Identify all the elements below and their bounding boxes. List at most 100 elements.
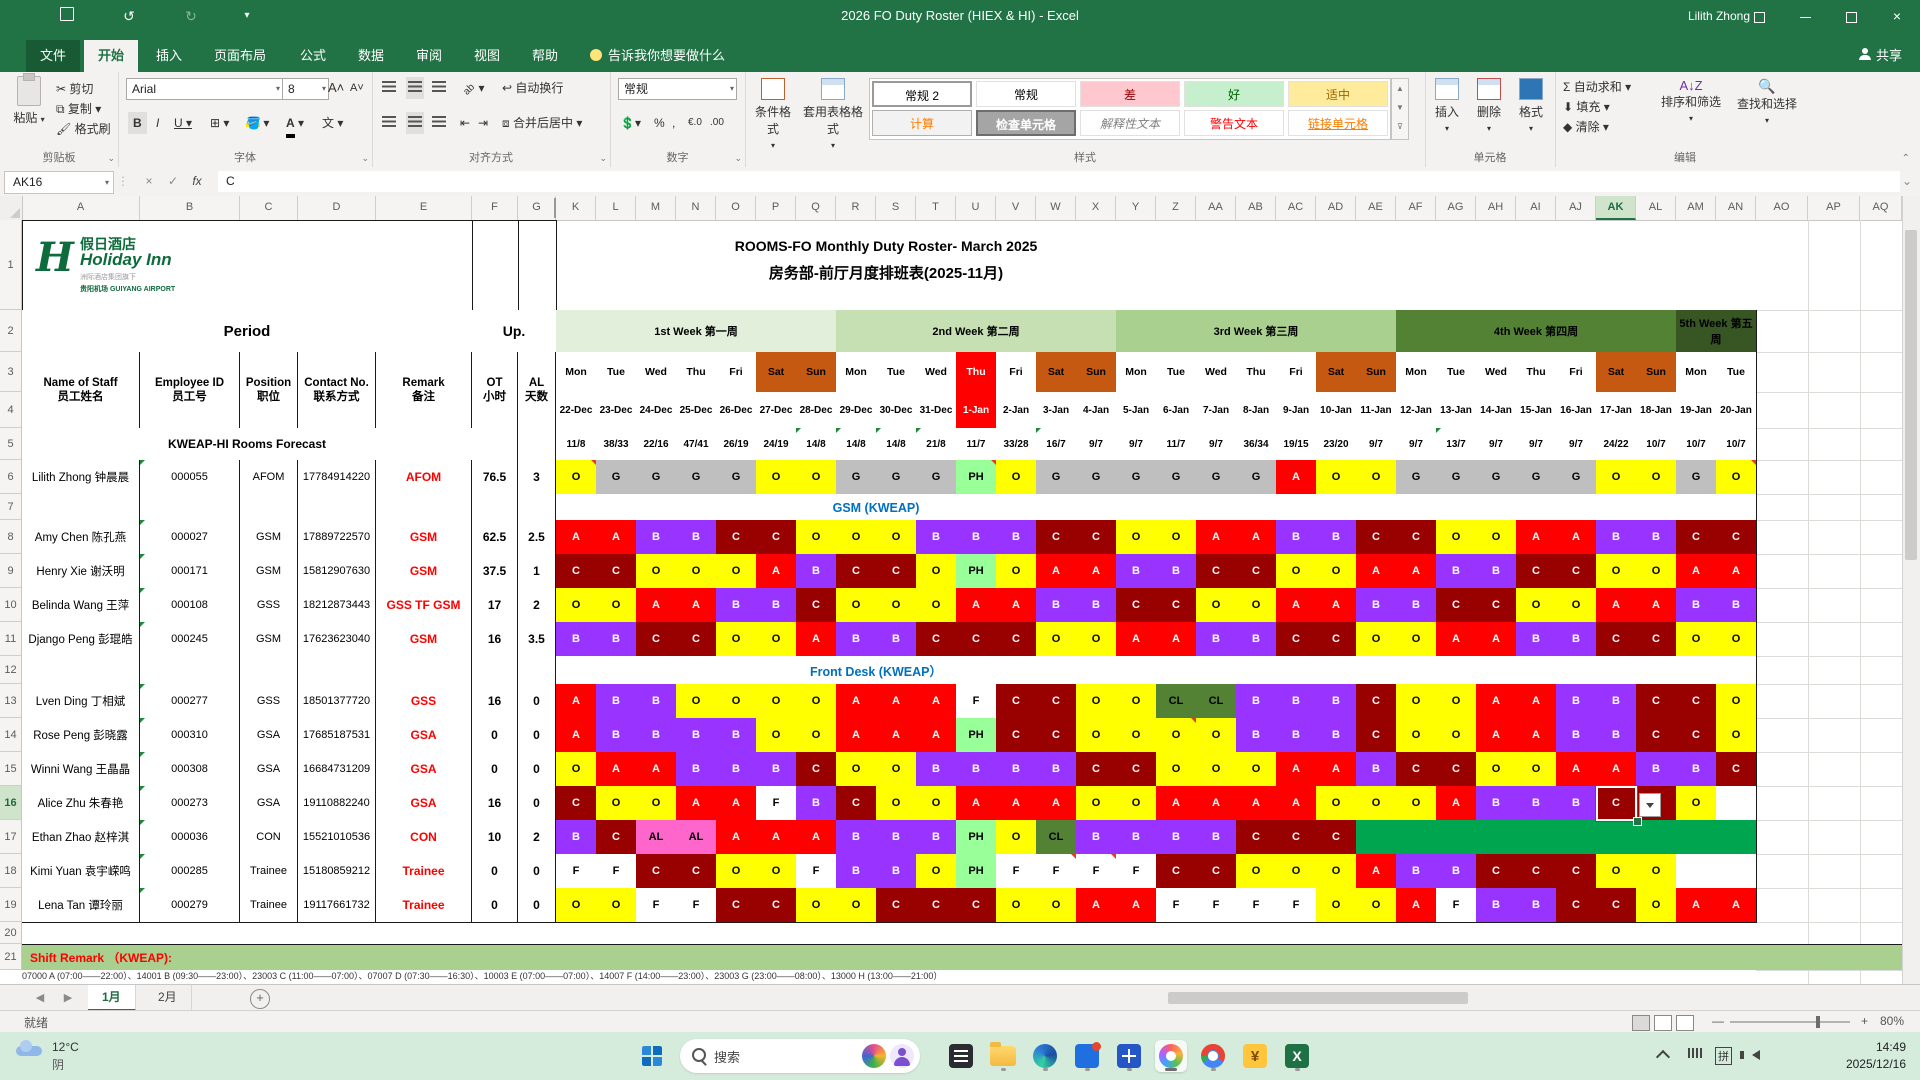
cell-L18[interactable]: F xyxy=(596,854,637,889)
cell-Y16[interactable]: O xyxy=(1116,786,1157,821)
cell-V11[interactable]: C xyxy=(996,622,1037,657)
cell-AL19[interactable]: O xyxy=(1636,888,1677,923)
staff-id-14[interactable]: 000310 xyxy=(140,718,240,753)
cell-AC15[interactable]: A xyxy=(1276,752,1317,787)
row-header-7[interactable]: 7 xyxy=(0,494,22,520)
cell-AL13[interactable]: C xyxy=(1636,684,1677,719)
cell-V10[interactable]: A xyxy=(996,588,1037,623)
cell-AF16[interactable]: O xyxy=(1396,786,1437,821)
cell-K18[interactable]: F xyxy=(556,854,597,889)
cell-AN6[interactable]: O xyxy=(1716,460,1757,495)
cell-P15[interactable]: B xyxy=(756,752,797,787)
cell-U9[interactable]: PH xyxy=(956,554,997,589)
row-header-14[interactable]: 14 xyxy=(0,718,22,752)
staff-name-10[interactable]: Belinda Wang 王萍 xyxy=(22,588,140,623)
cell-R18[interactable]: B xyxy=(836,854,877,889)
cell-AD16[interactable]: O xyxy=(1316,786,1357,821)
cell-O16[interactable]: A xyxy=(716,786,757,821)
normal-view-icon[interactable] xyxy=(1632,1015,1650,1031)
col-header-R[interactable]: R xyxy=(836,196,876,220)
col-header-AQ[interactable]: AQ xyxy=(1860,196,1902,220)
zoom-out-icon[interactable]: — xyxy=(1712,1014,1724,1028)
staff-ot-8[interactable]: 62.5 xyxy=(472,520,518,555)
cell-L9[interactable]: C xyxy=(596,554,637,589)
cell-K9[interactable]: C xyxy=(556,554,597,589)
cell-Y9[interactable]: B xyxy=(1116,554,1157,589)
row-header-2[interactable]: 2 xyxy=(0,310,22,352)
cell-AE11[interactable]: O xyxy=(1356,622,1397,657)
row-header-15[interactable]: 15 xyxy=(0,752,22,786)
cell-X14[interactable]: O xyxy=(1076,718,1117,753)
col-header-AH[interactable]: AH xyxy=(1476,196,1516,220)
cell-K19[interactable]: O xyxy=(556,888,597,923)
cell-AK9[interactable]: O xyxy=(1596,554,1637,589)
staff-al-15[interactable]: 0 xyxy=(518,752,556,787)
col-header-AA[interactable]: AA xyxy=(1196,196,1236,220)
cell-AA16[interactable]: A xyxy=(1196,786,1237,821)
cell-T13[interactable]: A xyxy=(916,684,957,719)
staff-pos-16[interactable]: GSA xyxy=(240,786,298,821)
cell-AE16[interactable]: O xyxy=(1356,786,1397,821)
cell-AL18[interactable]: O xyxy=(1636,854,1677,889)
cell-N18[interactable]: C xyxy=(676,854,717,889)
staff-ot-17[interactable]: 10 xyxy=(472,820,518,855)
cell-AC19[interactable]: F xyxy=(1276,888,1317,923)
start-button[interactable] xyxy=(636,1040,668,1072)
cell-L17[interactable]: C xyxy=(596,820,637,855)
cell-M9[interactable]: O xyxy=(636,554,677,589)
col-header-S[interactable]: S xyxy=(876,196,916,220)
staff-name-16[interactable]: Alice Zhu 朱春艳 xyxy=(22,786,140,821)
cell-AM11[interactable]: O xyxy=(1676,622,1717,657)
cell-AA14[interactable]: O xyxy=(1196,718,1237,753)
cell-W19[interactable]: O xyxy=(1036,888,1077,923)
cell-AK14[interactable]: B xyxy=(1596,718,1637,753)
cell-W11[interactable]: O xyxy=(1036,622,1077,657)
staff-name-6[interactable]: Lilith Zhong 钟晨晨 xyxy=(22,460,140,495)
cell-AK18[interactable]: O xyxy=(1596,854,1637,889)
cell-AN10[interactable]: B xyxy=(1716,588,1757,623)
cell-R11[interactable]: B xyxy=(836,622,877,657)
cell-AF14[interactable]: O xyxy=(1396,718,1437,753)
staff-ot-11[interactable]: 16 xyxy=(472,622,518,657)
cell-AL14[interactable]: C xyxy=(1636,718,1677,753)
cell-K6[interactable]: O xyxy=(556,460,597,495)
col-header-C[interactable]: C xyxy=(240,196,298,220)
cell-W8[interactable]: C xyxy=(1036,520,1077,555)
cell-AI8[interactable]: A xyxy=(1516,520,1557,555)
cell-Y19[interactable]: A xyxy=(1116,888,1157,923)
cell-N13[interactable]: O xyxy=(676,684,717,719)
cell-W16[interactable]: A xyxy=(1036,786,1077,821)
cell-Z10[interactable]: C xyxy=(1156,588,1197,623)
cell-O11[interactable]: O xyxy=(716,622,757,657)
cell-AH6[interactable]: G xyxy=(1476,460,1517,495)
col-header-AF[interactable]: AF xyxy=(1396,196,1436,220)
col-header-AO[interactable]: AO xyxy=(1756,196,1808,220)
cell-AA13[interactable]: CL xyxy=(1196,684,1237,719)
staff-name-8[interactable]: Amy Chen 陈孔燕 xyxy=(22,520,140,555)
selection-fill-handle[interactable] xyxy=(1633,817,1642,826)
staff-id-19[interactable]: 000279 xyxy=(140,888,240,923)
cell-AD9[interactable]: O xyxy=(1316,554,1357,589)
staff-id-6[interactable]: 000055 xyxy=(140,460,240,495)
cell-Y6[interactable]: G xyxy=(1116,460,1157,495)
cell-AF18[interactable]: B xyxy=(1396,854,1437,889)
cell-AF11[interactable]: O xyxy=(1396,622,1437,657)
cell-AN14[interactable]: O xyxy=(1716,718,1757,753)
cell-AI15[interactable]: O xyxy=(1516,752,1557,787)
cell-R17[interactable]: B xyxy=(836,820,877,855)
staff-id-10[interactable]: 000108 xyxy=(140,588,240,623)
cell-AC6[interactable]: A xyxy=(1276,460,1317,495)
cell-AM16[interactable]: O xyxy=(1676,786,1717,821)
cell-AK11[interactable]: C xyxy=(1596,622,1637,657)
staff-id-11[interactable]: 000245 xyxy=(140,622,240,657)
cell-AC14[interactable]: B xyxy=(1276,718,1317,753)
staff-pos-8[interactable]: GSM xyxy=(240,520,298,555)
cell-X9[interactable]: A xyxy=(1076,554,1117,589)
cell-AB15[interactable]: O xyxy=(1236,752,1277,787)
cell-AD19[interactable]: O xyxy=(1316,888,1357,923)
row-header-8[interactable]: 8 xyxy=(0,520,22,554)
staff-remark-14[interactable]: GSA xyxy=(376,718,472,753)
cell-AJ10[interactable]: O xyxy=(1556,588,1597,623)
cell-AE19[interactable]: O xyxy=(1356,888,1397,923)
cell-M11[interactable]: C xyxy=(636,622,677,657)
